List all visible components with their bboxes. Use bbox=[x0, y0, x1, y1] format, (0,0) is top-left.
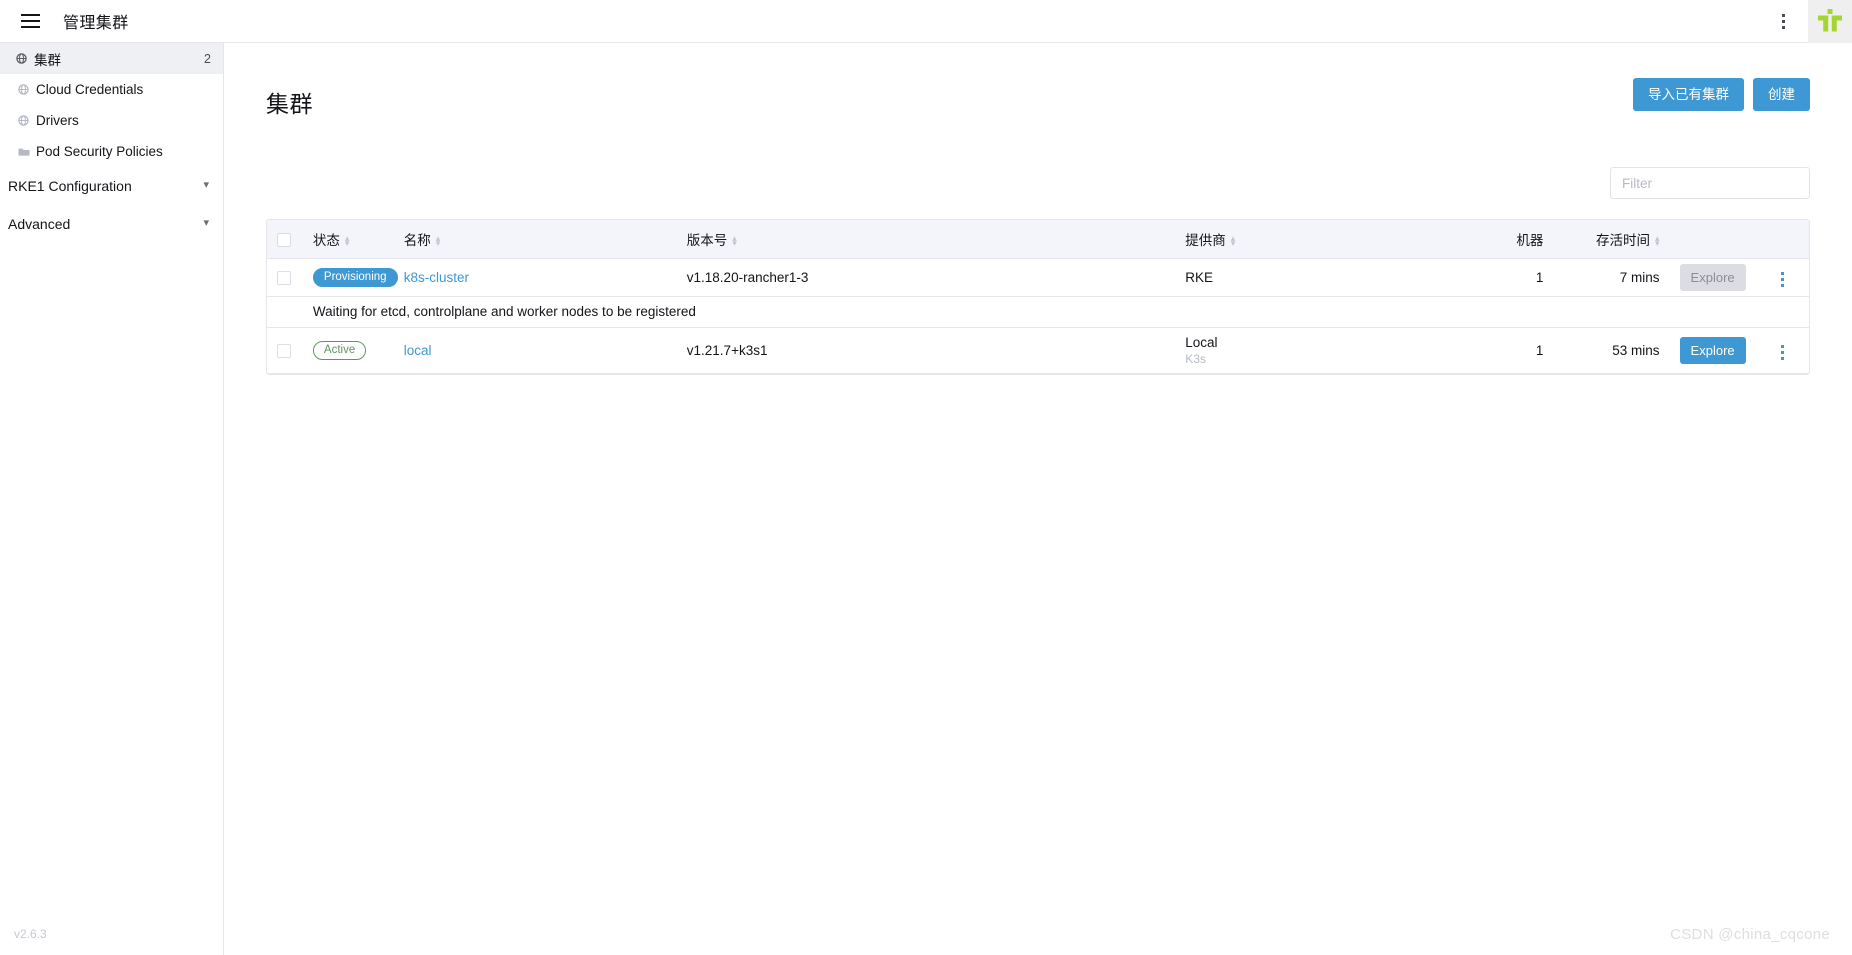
sort-icon: ▴ ▾ bbox=[344, 233, 350, 249]
sidebar-item-pod-security-policies[interactable]: Pod Security Policies bbox=[0, 136, 223, 167]
column-label: 机器 bbox=[1516, 233, 1544, 249]
main-content: 集群 导入已有集群 创建 Filter 状态 ▴ ▾ 名称 ▴ ▾ 版本号 ▴ … bbox=[224, 43, 1852, 955]
row-name-cell: local bbox=[393, 327, 677, 374]
table-header: 状态 ▴ ▾ 名称 ▴ ▾ 版本号 ▴ ▾ 提供商 ▴ ▾ 机器 存活时间 ▴ … bbox=[267, 220, 1809, 259]
version-label: v2.6.3 bbox=[14, 927, 47, 941]
sidebar-group-rke1-configuration[interactable]: RKE1 Configuration ▾ bbox=[0, 167, 223, 205]
row-actions-vertical-dots-icon[interactable] bbox=[1772, 339, 1792, 365]
row-machines-cell: 1 bbox=[1456, 327, 1554, 374]
globe-icon bbox=[16, 83, 31, 96]
row-actions-cell bbox=[1762, 258, 1809, 297]
top-bar-right bbox=[1766, 0, 1852, 43]
chevron-down-icon: ▾ bbox=[203, 216, 209, 229]
import-existing-cluster-button[interactable]: 导入已有集群 bbox=[1633, 78, 1744, 111]
column-header-explore bbox=[1669, 220, 1763, 259]
globe-icon bbox=[14, 52, 29, 65]
sidebar-item-label: Pod Security Policies bbox=[36, 144, 163, 159]
row-actions-vertical-dots-icon[interactable] bbox=[1772, 266, 1792, 292]
column-label: 状态 bbox=[312, 233, 340, 249]
column-header-name[interactable]: 名称 ▴ ▾ bbox=[393, 220, 677, 259]
column-header-actions bbox=[1762, 220, 1809, 259]
row-explore-cell: Explore bbox=[1669, 327, 1763, 374]
row-explore-cell: Explore bbox=[1669, 258, 1763, 297]
vertical-dots-icon[interactable] bbox=[1766, 0, 1800, 43]
page-header-actions: 导入已有集群 创建 bbox=[1633, 76, 1810, 111]
sidebar-group-advanced[interactable]: Advanced ▾ bbox=[0, 205, 223, 243]
app-title: 管理集群 bbox=[63, 15, 129, 32]
provider-sub-label: K3s bbox=[1185, 352, 1206, 367]
row-machines-cell: 1 bbox=[1456, 258, 1554, 297]
column-label: 存活时间 bbox=[1596, 233, 1651, 249]
column-label: 名称 bbox=[403, 233, 431, 249]
sort-icon: ▴ ▾ bbox=[435, 233, 441, 249]
table-body: Provisioning k8s-cluster v1.18.20-ranche… bbox=[267, 258, 1809, 374]
filter-row bbox=[266, 167, 1810, 200]
sidebar-group-label: RKE1 Configuration bbox=[8, 178, 132, 194]
status-badge: Provisioning bbox=[312, 268, 398, 288]
row-select-cell bbox=[267, 327, 303, 374]
row-state-cell: Provisioning bbox=[302, 258, 398, 297]
column-header-state[interactable]: 状态 ▴ ▾ bbox=[302, 220, 394, 259]
cluster-name-link[interactable]: k8s-cluster bbox=[404, 270, 469, 285]
table-row[interactable]: Provisioning k8s-cluster v1.18.20-ranche… bbox=[267, 258, 1809, 297]
app-root: 管理集群 集群 2 Cloud Credentials Drivers Pod … bbox=[0, 0, 1852, 955]
row-checkbox[interactable] bbox=[277, 344, 291, 359]
sidebar-item-cloud-credentials[interactable]: Cloud Credentials bbox=[0, 74, 223, 105]
sidebar-item-label: 集群 bbox=[34, 52, 61, 68]
cluster-name-link[interactable]: local bbox=[404, 343, 432, 358]
create-button[interactable]: 创建 bbox=[1753, 78, 1810, 111]
sidebar-item-count: 2 bbox=[204, 51, 211, 66]
row-version-cell: v1.18.20-rancher1-3 bbox=[676, 258, 1176, 297]
folder-icon bbox=[16, 145, 31, 158]
table-row[interactable]: Active local v1.21.7+k3s1 Local K3s 1 53… bbox=[267, 327, 1809, 374]
row-select-cell bbox=[267, 258, 303, 297]
provider-name: Local bbox=[1185, 334, 1218, 350]
sidebar-group-label: Advanced bbox=[8, 216, 71, 232]
chevron-down-icon: ▾ bbox=[203, 178, 209, 191]
row-provider-cell: RKE bbox=[1175, 258, 1457, 297]
sidebar-item-clusters[interactable]: 集群 2 bbox=[0, 43, 223, 74]
sort-icon: ▴ ▾ bbox=[1230, 233, 1236, 249]
top-bar: 管理集群 bbox=[0, 0, 1852, 43]
explore-button[interactable]: Explore bbox=[1679, 263, 1746, 291]
filter-input[interactable] bbox=[1610, 167, 1810, 200]
row-age-cell: 53 mins bbox=[1553, 327, 1670, 374]
row-checkbox[interactable] bbox=[277, 271, 291, 286]
row-provider-cell: Local K3s bbox=[1175, 327, 1457, 374]
column-header-version[interactable]: 版本号 ▴ ▾ bbox=[676, 220, 1176, 259]
column-label: 提供商 bbox=[1185, 233, 1226, 249]
page-title: 集群 bbox=[266, 91, 313, 118]
column-header-machines: 机器 bbox=[1456, 220, 1554, 259]
row-name-cell: k8s-cluster bbox=[393, 258, 677, 297]
column-header-age[interactable]: 存活时间 ▴ ▾ bbox=[1553, 220, 1670, 259]
sidebar-item-label: Cloud Credentials bbox=[36, 82, 144, 97]
sort-icon: ▴ ▾ bbox=[1655, 233, 1660, 249]
sidebar-item-label: Drivers bbox=[36, 113, 79, 128]
hamburger-icon[interactable] bbox=[8, 0, 52, 43]
sidebar: 集群 2 Cloud Credentials Drivers Pod Secur… bbox=[0, 43, 224, 955]
row-version-cell: v1.21.7+k3s1 bbox=[676, 327, 1176, 374]
row-state-cell: Active bbox=[302, 327, 394, 374]
explore-button[interactable]: Explore bbox=[1679, 336, 1746, 364]
rancher-logo[interactable] bbox=[1808, 0, 1852, 43]
sort-icon: ▴ ▾ bbox=[732, 233, 737, 249]
select-all-header bbox=[267, 220, 303, 259]
clusters-table: 状态 ▴ ▾ 名称 ▴ ▾ 版本号 ▴ ▾ 提供商 ▴ ▾ 机器 存活时间 ▴ … bbox=[266, 219, 1810, 375]
page-header: 集群 导入已有集群 创建 bbox=[266, 43, 1810, 134]
sidebar-item-drivers[interactable]: Drivers bbox=[0, 105, 223, 136]
column-label: 版本号 bbox=[686, 233, 728, 249]
row-actions-cell bbox=[1762, 327, 1809, 374]
provider-name: RKE bbox=[1185, 269, 1214, 285]
status-badge: Active bbox=[312, 341, 367, 361]
table-row-message: Waiting for etcd, controlplane and worke… bbox=[267, 296, 1809, 328]
table-header-row: 状态 ▴ ▾ 名称 ▴ ▾ 版本号 ▴ ▾ 提供商 ▴ ▾ 机器 存活时间 ▴ … bbox=[267, 220, 1809, 259]
globe-icon bbox=[16, 114, 31, 127]
spacer-cell bbox=[267, 296, 303, 328]
row-age-cell: 7 mins bbox=[1553, 258, 1670, 297]
select-all-checkbox[interactable] bbox=[277, 232, 291, 247]
column-header-provider[interactable]: 提供商 ▴ ▾ bbox=[1175, 220, 1457, 259]
cluster-status-message: Waiting for etcd, controlplane and worke… bbox=[302, 296, 1809, 328]
body-wrapper: 集群 2 Cloud Credentials Drivers Pod Secur… bbox=[0, 43, 1852, 955]
watermark: CSDN @china_cqcone bbox=[1670, 926, 1830, 943]
